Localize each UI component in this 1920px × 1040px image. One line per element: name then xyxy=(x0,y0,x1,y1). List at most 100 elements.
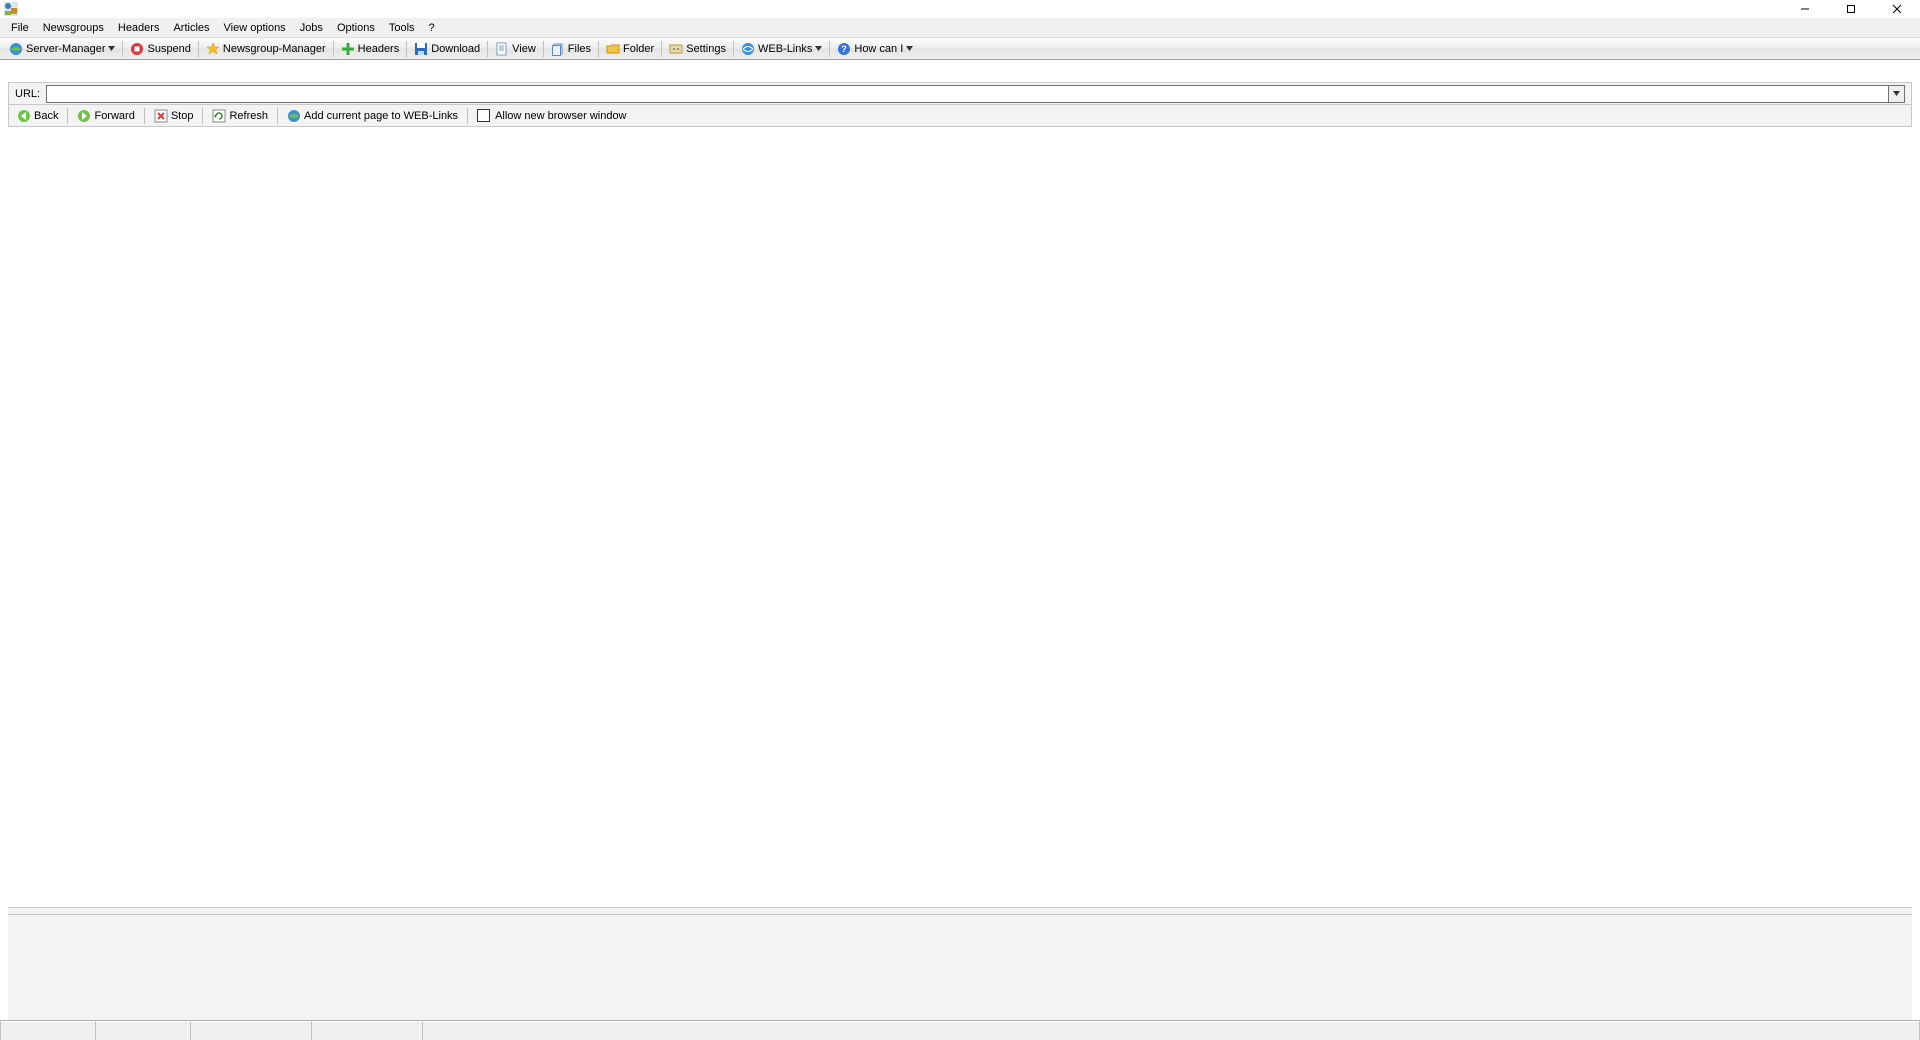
newsgroup-manager-label: Newsgroup-Manager xyxy=(223,43,326,55)
menu-options[interactable]: Options xyxy=(330,19,382,37)
suspend-label: Suspend xyxy=(147,43,190,55)
menu-view-options[interactable]: View options xyxy=(217,19,293,37)
menu-articles[interactable]: Articles xyxy=(166,19,216,37)
browser-viewport[interactable] xyxy=(8,127,1912,907)
view-label: View xyxy=(512,43,536,55)
folder-label: Folder xyxy=(623,43,654,55)
save-icon xyxy=(414,42,428,56)
status-cell xyxy=(312,1021,423,1040)
status-cell xyxy=(191,1021,312,1040)
download-button[interactable]: Download xyxy=(409,39,485,59)
svg-text:?: ? xyxy=(842,44,848,54)
separator xyxy=(467,108,468,124)
app-icon xyxy=(4,2,18,16)
folder-button[interactable]: Folder xyxy=(601,39,659,59)
web-links-label: WEB-Links xyxy=(758,43,812,55)
globe-icon xyxy=(9,42,23,56)
separator xyxy=(661,41,662,57)
headers-button[interactable]: Headers xyxy=(336,39,405,59)
status-bar xyxy=(0,1020,1920,1040)
url-dropdown-button[interactable] xyxy=(1888,86,1904,102)
refresh-button[interactable]: Refresh xyxy=(206,106,274,126)
lower-panel xyxy=(8,914,1912,1020)
star-icon xyxy=(206,42,220,56)
refresh-label: Refresh xyxy=(229,110,268,122)
help-icon: ? xyxy=(837,42,851,56)
forward-button[interactable]: Forward xyxy=(71,106,140,126)
url-bar: URL: xyxy=(8,82,1912,105)
add-page-label: Add current page to WEB-Links xyxy=(304,110,458,122)
how-can-i-label: How can I xyxy=(854,43,903,55)
status-cell xyxy=(0,1021,96,1040)
content-area xyxy=(8,127,1912,1020)
document-icon xyxy=(495,42,509,56)
separator xyxy=(277,108,278,124)
separator xyxy=(122,41,123,57)
close-button[interactable] xyxy=(1874,0,1920,18)
allow-new-window-checkbox[interactable]: Allow new browser window xyxy=(471,108,632,123)
separator xyxy=(144,108,145,124)
menu-jobs[interactable]: Jobs xyxy=(293,19,330,37)
url-label: URL: xyxy=(15,88,40,100)
separator xyxy=(67,108,68,124)
menu-help[interactable]: ? xyxy=(422,19,442,37)
stop-label: Stop xyxy=(171,110,194,122)
status-cell xyxy=(423,1021,1920,1040)
server-manager-button[interactable]: Server-Manager xyxy=(4,39,120,59)
settings-button[interactable]: Settings xyxy=(664,39,731,59)
files-label: Files xyxy=(568,43,591,55)
stop-circle-icon xyxy=(130,42,144,56)
globe-link-icon xyxy=(741,42,755,56)
suspend-button[interactable]: Suspend xyxy=(125,39,195,59)
main-toolbar: Server-Manager Suspend Newsgroup-Manager… xyxy=(0,38,1920,60)
menu-file[interactable]: File xyxy=(4,19,36,37)
newsgroup-manager-button[interactable]: Newsgroup-Manager xyxy=(201,39,331,59)
back-button[interactable]: Back xyxy=(11,106,64,126)
add-page-button[interactable]: Add current page to WEB-Links xyxy=(281,106,464,126)
how-can-i-button[interactable]: ? How can I xyxy=(832,39,918,59)
separator xyxy=(406,41,407,57)
status-cell xyxy=(96,1021,191,1040)
minimize-button[interactable] xyxy=(1782,0,1828,18)
plus-icon xyxy=(341,42,355,56)
menu-newsgroups[interactable]: Newsgroups xyxy=(36,19,111,37)
separator xyxy=(333,41,334,57)
separator xyxy=(733,41,734,57)
checkbox-icon xyxy=(477,109,490,122)
chevron-down-icon[interactable] xyxy=(906,45,913,52)
chevron-down-icon[interactable] xyxy=(108,45,115,52)
splitter[interactable] xyxy=(8,907,1912,914)
web-links-button[interactable]: WEB-Links xyxy=(736,39,827,59)
globe-add-icon xyxy=(287,109,301,123)
allow-new-window-label: Allow new browser window xyxy=(495,110,626,122)
spacer xyxy=(0,60,1920,82)
download-label: Download xyxy=(431,43,480,55)
back-icon xyxy=(17,109,31,123)
chevron-down-icon[interactable] xyxy=(815,45,822,52)
url-combo[interactable] xyxy=(46,85,1905,103)
forward-icon xyxy=(77,109,91,123)
separator xyxy=(198,41,199,57)
url-input[interactable] xyxy=(47,86,1888,100)
maximize-button[interactable] xyxy=(1828,0,1874,18)
headers-label: Headers xyxy=(358,43,400,55)
browser-toolbar: Back Forward Stop Refresh xyxy=(8,105,1912,127)
separator xyxy=(487,41,488,57)
stop-button[interactable]: Stop xyxy=(148,106,200,126)
settings-icon xyxy=(669,42,683,56)
separator xyxy=(598,41,599,57)
menu-headers[interactable]: Headers xyxy=(111,19,167,37)
folder-icon xyxy=(606,42,620,56)
separator xyxy=(202,108,203,124)
back-label: Back xyxy=(34,110,58,122)
separator xyxy=(543,41,544,57)
forward-label: Forward xyxy=(94,110,134,122)
files-button[interactable]: Files xyxy=(546,39,596,59)
stop-icon xyxy=(154,109,168,123)
separator xyxy=(829,41,830,57)
view-button[interactable]: View xyxy=(490,39,541,59)
server-manager-label: Server-Manager xyxy=(26,43,105,55)
menu-tools[interactable]: Tools xyxy=(382,19,422,37)
app-window: File Newsgroups Headers Articles View op… xyxy=(0,0,1920,1040)
refresh-icon xyxy=(212,109,226,123)
